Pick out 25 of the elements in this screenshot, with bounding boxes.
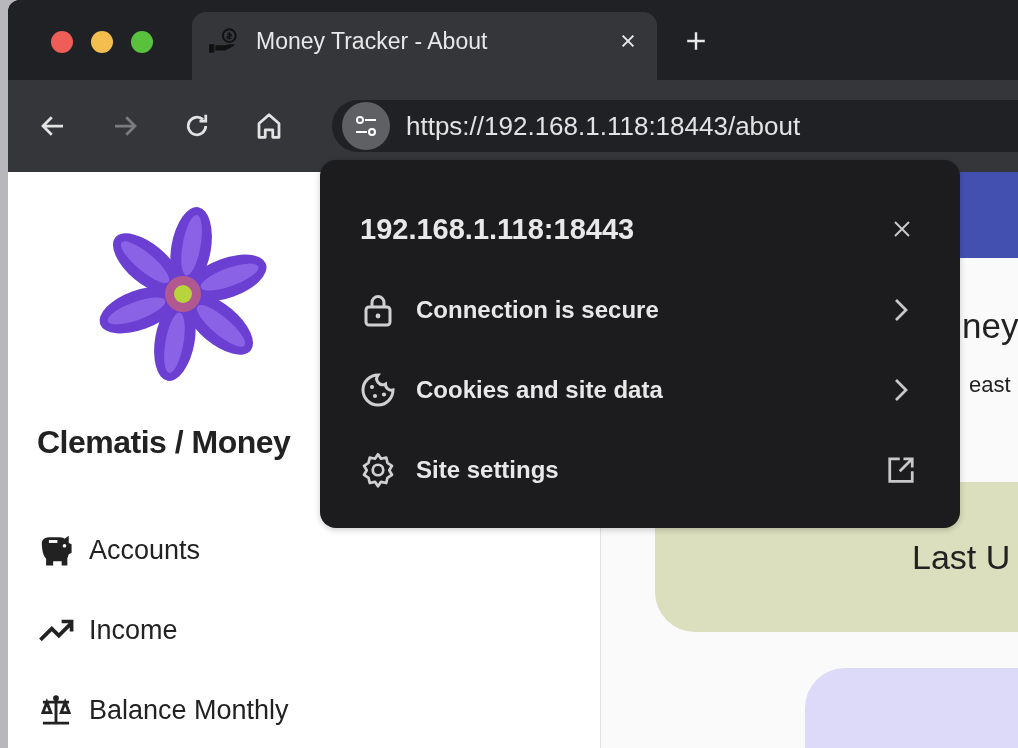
close-icon[interactable] xyxy=(892,219,912,239)
nav-item[interactable]: Income xyxy=(37,613,600,647)
app-title: Clematis / Money xyxy=(37,424,292,461)
external-link-icon xyxy=(886,455,916,485)
page-subtitle: east xyxy=(969,372,1012,398)
settings-icon xyxy=(360,452,396,488)
tab-title: Money Tracker - About xyxy=(256,27,489,55)
url-text: https://192.168.1.118:18443/about xyxy=(406,110,801,142)
site-info-item[interactable]: Cookies and site data xyxy=(360,350,916,430)
address-bar[interactable]: https://192.168.1.118:18443/about xyxy=(332,100,1018,152)
maximize-window-button[interactable] xyxy=(131,31,153,53)
new-tab-icon[interactable] xyxy=(685,30,707,52)
browser-tab[interactable]: Money Tracker - About xyxy=(192,12,657,80)
card-title: Last U xyxy=(912,537,1011,577)
site-settings-icon[interactable] xyxy=(342,102,390,150)
nav-item[interactable]: Balance Monthly xyxy=(37,693,600,727)
close-window-button[interactable] xyxy=(51,31,73,53)
site-info-item[interactable]: Connection is secure xyxy=(360,270,916,350)
site-host: 192.168.1.118:18443 xyxy=(360,212,635,246)
close-tab-icon[interactable] xyxy=(619,32,637,50)
page-heading: ney xyxy=(962,306,1018,346)
minimize-window-button[interactable] xyxy=(91,31,113,53)
site-info-item[interactable]: Site settings xyxy=(360,430,916,510)
cookie-icon xyxy=(360,372,396,408)
nav-item[interactable]: Accounts xyxy=(37,533,600,567)
